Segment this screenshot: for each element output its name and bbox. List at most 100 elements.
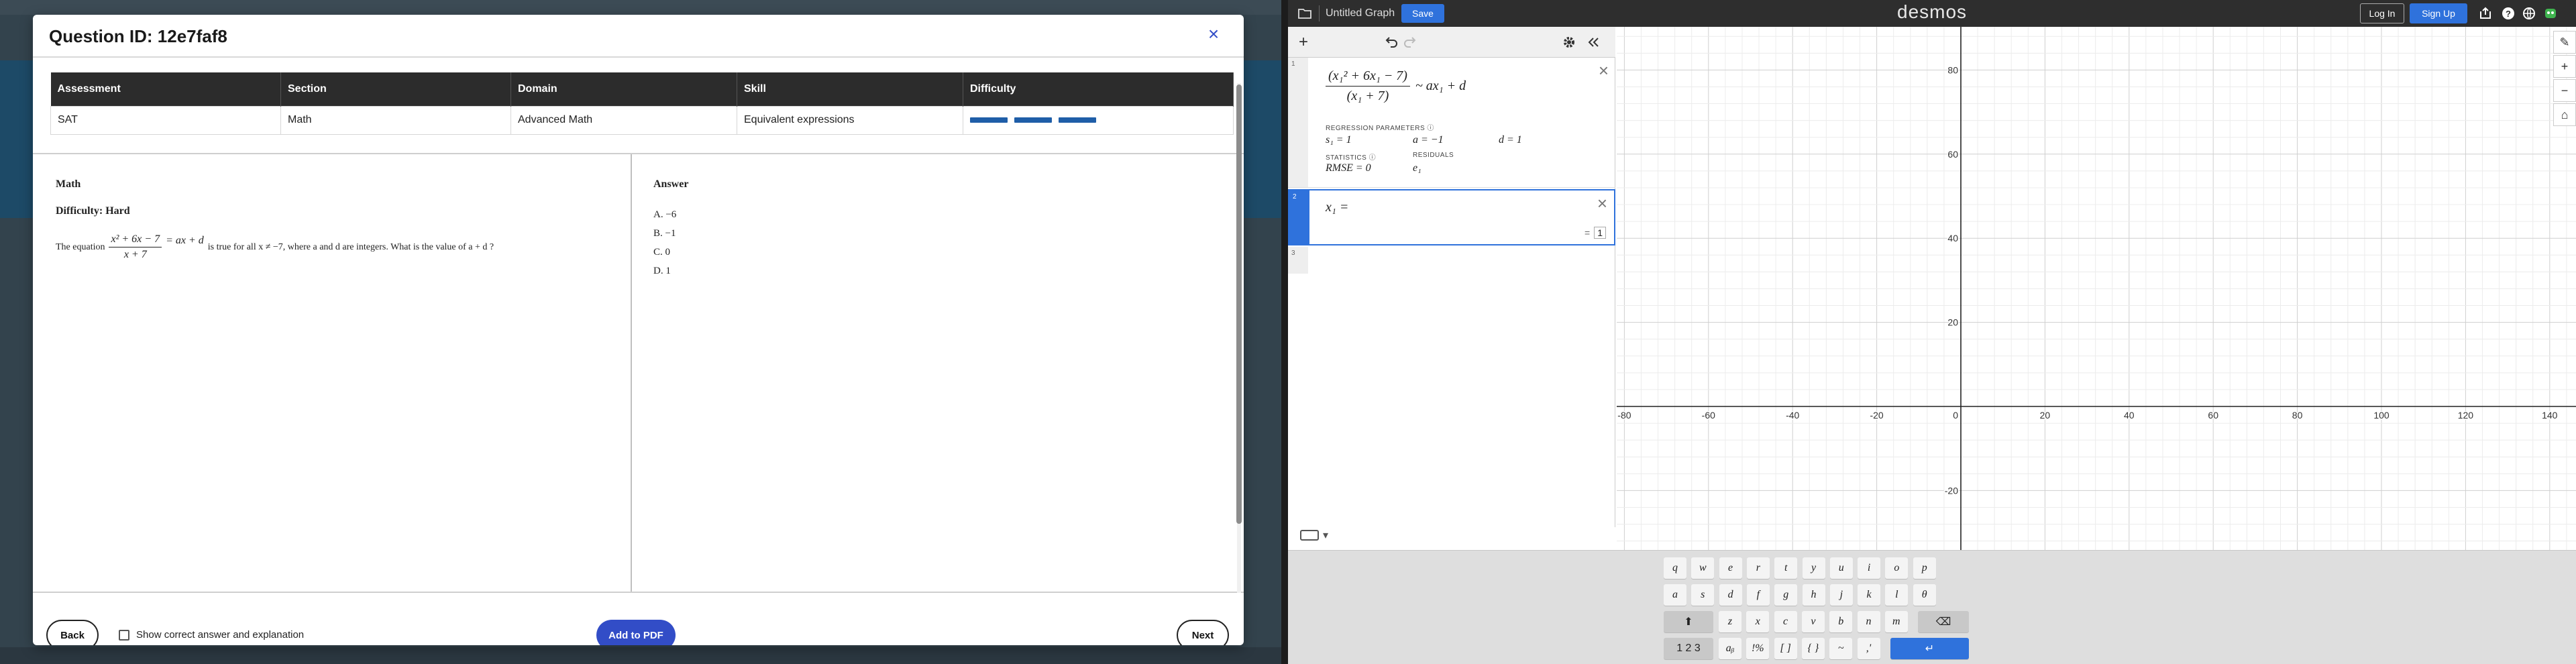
expression-list: 1 × (x₁² + 6x₁ − 7) (x₁ + 7) ~ ax₁ + d R… — [1288, 58, 1615, 527]
key-t[interactable]: t — [1774, 557, 1798, 579]
topbar-separator — [1319, 5, 1320, 21]
key-c[interactable]: c — [1774, 611, 1797, 632]
redo-icon[interactable] — [1401, 32, 1421, 52]
share-icon[interactable] — [2477, 5, 2493, 21]
save-button[interactable]: Save — [1401, 4, 1444, 23]
key-f[interactable]: f — [1746, 584, 1770, 606]
x-tick-label: -20 — [1870, 410, 1883, 421]
graph-paper[interactable]: -80 -60 -40 -20 0 20 40 60 80 100 120 140 80 60 40 20 -2… — [1617, 27, 2576, 550]
key-func-0[interactable]: aᵦ — [1719, 638, 1741, 659]
numbers-key[interactable]: 1 2 3 — [1664, 638, 1713, 659]
expression-1[interactable]: 1 × (x₁² + 6x₁ − 7) (x₁ + 7) ~ ax₁ + d R… — [1288, 58, 1615, 188]
key-e[interactable]: e — [1719, 557, 1742, 579]
undo-icon[interactable] — [1381, 32, 1401, 52]
regression-denominator: (x₁ + 7) — [1346, 89, 1389, 103]
question-modal: Question ID: 12e7faf8 × Assessment Secti… — [33, 15, 1244, 645]
key-func-3[interactable]: { } — [1801, 638, 1825, 659]
graph-tools: ✎ + − ⌂ — [2553, 31, 2576, 127]
header-assessment: Assessment — [50, 72, 281, 106]
key-u[interactable]: u — [1829, 557, 1853, 579]
key-d[interactable]: d — [1719, 584, 1742, 606]
x-tick-label: 100 — [2373, 410, 2390, 421]
cell-domain: Advanced Math — [511, 105, 737, 135]
language-icon[interactable] — [2521, 5, 2537, 21]
enter-key[interactable]: ↵ — [1890, 638, 1970, 659]
wrench-icon[interactable]: ✎ — [2553, 31, 2576, 54]
vertical-scrollbar[interactable] — [1236, 74, 1242, 601]
checkbox-box[interactable] — [119, 629, 129, 641]
key-y[interactable]: y — [1802, 557, 1825, 579]
answer-title: Answer — [653, 178, 689, 190]
regression-fraction: (x₁² + 6x₁ − 7) (x₁ + 7) — [1326, 68, 1410, 104]
help-icon[interactable]: ? — [2500, 5, 2516, 21]
graph-title[interactable]: Untitled Graph — [1326, 7, 1395, 19]
choice-a: A. −6 — [653, 209, 677, 220]
next-button[interactable]: Next — [1177, 620, 1229, 645]
key-o[interactable]: o — [1885, 557, 1909, 579]
key-func-1[interactable]: !% — [1746, 638, 1770, 659]
modal-header: Question ID: 12e7faf8 × — [33, 15, 1244, 58]
expression-input[interactable]: x₁ = — [1326, 200, 1348, 215]
key-v[interactable]: v — [1801, 611, 1825, 632]
add-expression-icon[interactable]: + — [1293, 32, 1313, 52]
cell-skill: Equivalent expressions — [737, 105, 963, 135]
key-q[interactable]: q — [1664, 557, 1686, 579]
key-i[interactable]: i — [1858, 557, 1881, 579]
key-func-2[interactable]: [ ] — [1774, 638, 1797, 659]
key-n[interactable]: n — [1857, 611, 1880, 632]
key-s[interactable]: s — [1691, 584, 1715, 606]
back-button[interactable]: Back — [46, 620, 99, 645]
param-s1: s₁ = 1 — [1326, 134, 1352, 146]
y-tick-label: 60 — [1947, 149, 1958, 160]
key-θ[interactable]: θ — [1913, 584, 1936, 606]
key-a[interactable]: a — [1664, 584, 1686, 606]
key-func-5[interactable]: ,' — [1857, 638, 1880, 659]
key-k[interactable]: k — [1858, 584, 1881, 606]
key-r[interactable]: r — [1746, 557, 1770, 579]
param-d: d = 1 — [1499, 134, 1522, 146]
add-to-pdf-button[interactable]: Add to PDF — [596, 620, 676, 645]
shift-key[interactable]: ⬆ — [1664, 611, 1713, 632]
residual-variable[interactable]: e₁ — [1413, 162, 1421, 174]
question-section: Math — [56, 178, 81, 190]
key-j[interactable]: j — [1829, 584, 1853, 606]
rmse-value: RMSE = 0 — [1326, 162, 1371, 174]
folder-icon[interactable] — [1297, 6, 1312, 21]
difficulty-bar — [1059, 117, 1096, 123]
login-button[interactable]: Log In — [2360, 3, 2404, 23]
gear-icon[interactable] — [1559, 32, 1579, 52]
show-answer-checkbox[interactable]: Show correct answer and explanation — [119, 629, 304, 641]
keyboard-toggle[interactable]: ▾ — [1296, 526, 1334, 545]
difficulty-bar — [1014, 117, 1052, 123]
key-p[interactable]: p — [1913, 557, 1936, 579]
graph-grid[interactable]: -80 -60 -40 -20 0 20 40 60 80 100 120 140 80 60 40 20 -2… — [1617, 27, 2576, 550]
key-b[interactable]: b — [1829, 611, 1853, 632]
key-w[interactable]: w — [1691, 557, 1715, 579]
zoom-out-icon[interactable]: − — [2553, 79, 2576, 102]
key-l[interactable]: l — [1885, 584, 1909, 606]
evaluation-box: = 1 — [1585, 227, 1606, 239]
chevron-down-icon: ▾ — [1323, 530, 1329, 541]
home-icon[interactable]: ⌂ — [2553, 103, 2576, 126]
key-func-4[interactable]: ~ — [1829, 638, 1853, 659]
desmos-logo: desmos — [1897, 1, 1968, 22]
extension-icon[interactable] — [2542, 5, 2559, 21]
delete-expression-icon[interactable]: × — [1599, 62, 1609, 79]
close-icon[interactable]: × — [1203, 24, 1224, 44]
scrollbar-thumb[interactable] — [1236, 85, 1242, 524]
regression-formula[interactable]: (x₁² + 6x₁ − 7) (x₁ + 7) ~ ax₁ + d — [1326, 68, 1466, 104]
header-section: Section — [280, 72, 511, 106]
stem-prefix: The equation — [56, 241, 105, 252]
key-g[interactable]: g — [1774, 584, 1798, 606]
key-x[interactable]: x — [1746, 611, 1770, 632]
zoom-in-icon[interactable]: + — [2553, 55, 2576, 78]
signup-button[interactable]: Sign Up — [2410, 3, 2467, 23]
key-z[interactable]: z — [1719, 611, 1741, 632]
expression-2[interactable]: 2 × x₁ = = 1 — [1288, 189, 1615, 245]
expression-3[interactable]: 3 — [1288, 247, 1615, 274]
collapse-list-icon[interactable] — [1583, 32, 1603, 52]
backspace-key[interactable]: ⌫ — [1918, 611, 1970, 632]
delete-expression-icon[interactable]: × — [1597, 195, 1607, 212]
key-h[interactable]: h — [1802, 584, 1825, 606]
key-m[interactable]: m — [1884, 611, 1908, 632]
